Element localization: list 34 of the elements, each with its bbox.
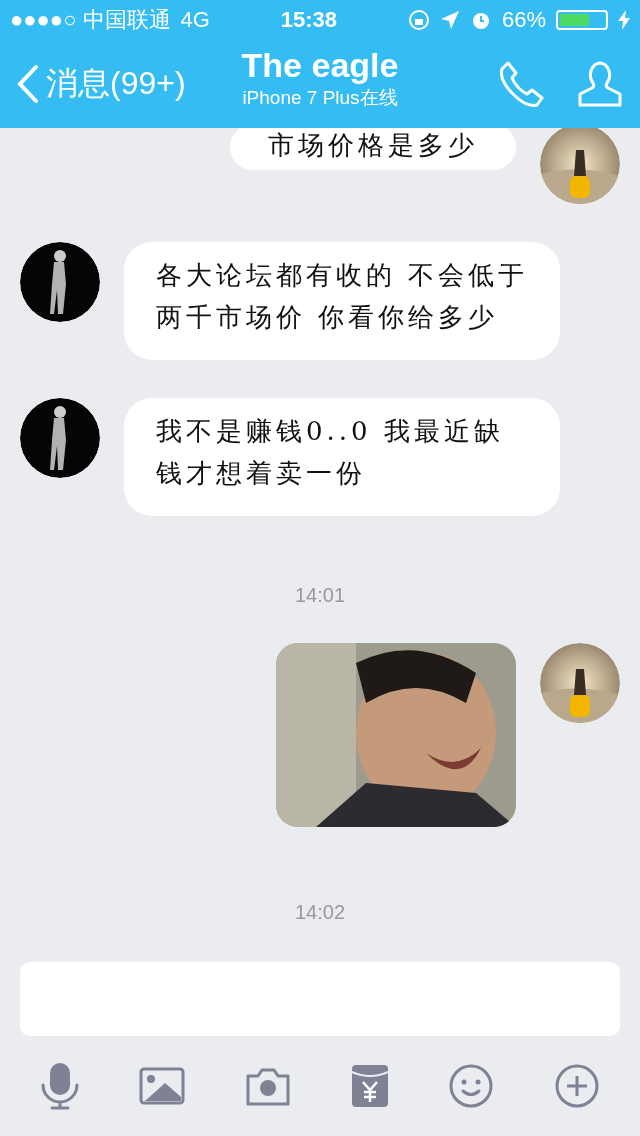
battery-icon <box>556 10 608 30</box>
microphone-icon <box>39 1061 80 1111</box>
envelope-icon <box>350 1064 389 1108</box>
message-bubble: 市场价格是多少 <box>230 128 516 170</box>
toolbar-button[interactable] <box>448 1063 495 1109</box>
timestamp: 14:01 <box>294 584 346 606</box>
avatar[interactable] <box>540 128 620 204</box>
smiley-icon <box>448 1063 495 1109</box>
back-button[interactable]: 消息(99+) <box>16 62 186 106</box>
back-chevron-icon <box>16 64 40 104</box>
clock: 15:38 <box>280 7 338 33</box>
toolbar-button[interactable] <box>39 1061 80 1111</box>
image-icon <box>139 1067 186 1105</box>
avatar[interactable] <box>20 398 100 478</box>
profile-icon[interactable] <box>576 60 624 108</box>
timestamp: 14:02 <box>294 901 346 923</box>
battery-percent: 66% <box>501 7 546 33</box>
message-bubble: 我不是赚钱0..0 我最近缺钱才想着卖一份 <box>124 398 560 516</box>
toolbar-button[interactable] <box>350 1064 389 1108</box>
location-arrow-icon <box>439 10 460 30</box>
network-type: 4G <box>180 7 210 33</box>
toolbar-button[interactable] <box>554 1063 601 1109</box>
contact-name: The eagle <box>241 46 399 85</box>
toolbar-button[interactable] <box>139 1067 186 1105</box>
rotation-lock-icon <box>407 9 430 31</box>
camera-icon <box>245 1066 292 1106</box>
avatar[interactable] <box>540 643 620 723</box>
message-bubble: 各大论坛都有收的 不会低于两千市场价 你看你给多少 <box>124 242 560 360</box>
carrier: ●●●●○ 中国联通 <box>10 6 171 34</box>
plus-icon <box>554 1063 601 1109</box>
online-status: iPhone 7 Plus在线 <box>242 86 398 110</box>
avatar[interactable] <box>20 242 100 322</box>
toolbar-button[interactable] <box>245 1066 292 1106</box>
charging-icon <box>618 10 630 30</box>
